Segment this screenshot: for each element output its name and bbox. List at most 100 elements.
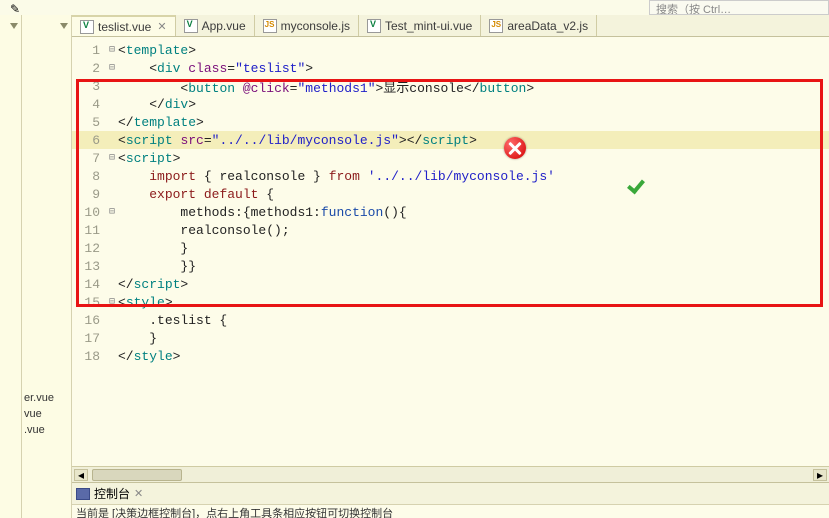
close-icon[interactable]: ✕: [157, 20, 166, 33]
js-file-icon: [489, 19, 503, 33]
scroll-left-button[interactable]: ◂: [74, 469, 88, 481]
explorer-item[interactable]: .vue: [24, 422, 54, 438]
code-text[interactable]: </script>: [118, 277, 819, 292]
code-line[interactable]: 5 </template>: [72, 113, 829, 131]
code-text[interactable]: }: [118, 331, 819, 346]
tab-areadata-v2-js[interactable]: areaData_v2.js: [481, 15, 597, 36]
search-placeholder: 搜索（按 Ctrl…: [656, 4, 731, 15]
editor-column: teslist.vue ✕ App.vue myconsole.js Test_mint…: [72, 15, 829, 518]
vue-file-icon: [367, 19, 381, 33]
tab-myconsole-js[interactable]: myconsole.js: [255, 15, 359, 36]
line-number: 17: [72, 331, 106, 346]
code-text[interactable]: <template>: [118, 43, 819, 58]
editor-body[interactable]: 1⊟<template>2⊟ <div class="teslist">3 <b…: [72, 37, 829, 482]
code-line[interactable]: 4 </div>: [72, 95, 829, 113]
line-number: 11: [72, 223, 106, 238]
code-area[interactable]: 1⊟<template>2⊟ <div class="teslist">3 <b…: [72, 41, 829, 365]
line-number: 2: [72, 61, 106, 76]
tab-teslist-vue[interactable]: teslist.vue ✕: [72, 15, 176, 36]
annotation-x-icon: [504, 137, 526, 159]
search-input[interactable]: 搜索（按 Ctrl…: [649, 0, 829, 15]
line-number: 7: [72, 151, 106, 166]
code-line[interactable]: 12 }: [72, 239, 829, 257]
annotation-check-icon: [627, 175, 651, 193]
code-line[interactable]: 9 export default {: [72, 185, 829, 203]
code-line[interactable]: 13 }}: [72, 257, 829, 275]
main-area: er.vuevue.vue teslist.vue ✕ App.vue myconso…: [0, 15, 829, 518]
line-number: 9: [72, 187, 106, 202]
code-line[interactable]: 16 .teslist {: [72, 311, 829, 329]
code-text[interactable]: </div>: [118, 97, 819, 112]
code-text[interactable]: </template>: [118, 115, 819, 130]
line-number: 18: [72, 349, 106, 364]
code-text[interactable]: </style>: [118, 349, 819, 364]
console-message: 当前是 [决策边框控制台]，点右上角工具条相应按钮可切换控制台: [76, 508, 393, 518]
line-number: 10: [72, 205, 106, 220]
scroll-right-button[interactable]: ▸: [813, 469, 827, 481]
code-text[interactable]: import { realconsole } from '../../lib/m…: [118, 169, 819, 184]
tab-bar: teslist.vue ✕ App.vue myconsole.js Test_mint…: [72, 15, 829, 37]
tab-test-mint-ui-vue[interactable]: Test_mint-ui.vue: [359, 15, 481, 36]
explorer-item[interactable]: er.vue: [24, 390, 54, 406]
line-number: 3: [72, 79, 106, 94]
code-line[interactable]: 11 realconsole();: [72, 221, 829, 239]
left-gutter: [0, 15, 22, 518]
explorer-panel: er.vuevue.vue: [22, 15, 72, 518]
line-number: 5: [72, 115, 106, 130]
code-line[interactable]: 18 </style>: [72, 347, 829, 365]
line-number: 6: [72, 133, 106, 148]
line-number: 8: [72, 169, 106, 184]
code-text[interactable]: realconsole();: [118, 223, 819, 238]
code-line[interactable]: 1⊟<template>: [72, 41, 829, 59]
fold-toggle-icon[interactable]: ⊟: [106, 152, 118, 164]
fold-toggle-icon[interactable]: ⊟: [106, 206, 118, 218]
fold-toggle-icon[interactable]: ⊟: [106, 44, 118, 56]
code-line[interactable]: 10⊟ methods:{methods1:function(){: [72, 203, 829, 221]
line-number: 16: [72, 313, 106, 328]
js-file-icon: [263, 19, 277, 33]
tab-label: Test_mint-ui.vue: [385, 19, 472, 33]
code-text[interactable]: }}: [118, 259, 819, 274]
line-number: 12: [72, 241, 106, 256]
code-line[interactable]: 6 <script src="../../lib/myconsole.js"></…: [72, 131, 829, 149]
code-line[interactable]: 2⊟ <div class="teslist">: [72, 59, 829, 77]
scrollbar-thumb[interactable]: [92, 469, 182, 481]
tab-label: App.vue: [202, 19, 246, 33]
console-icon: [76, 488, 90, 500]
collapse-caret-icon[interactable]: [10, 23, 18, 29]
code-text[interactable]: .teslist {: [118, 313, 819, 328]
vue-file-icon: [184, 19, 198, 33]
tab-label: teslist.vue: [98, 20, 151, 34]
code-line[interactable]: 14</script>: [72, 275, 829, 293]
line-number: 13: [72, 259, 106, 274]
collapse-caret-icon[interactable]: [60, 23, 68, 29]
horizontal-scrollbar[interactable]: ◂ ▸: [72, 466, 829, 482]
toolbar-icon[interactable]: ✎: [10, 2, 24, 14]
code-line[interactable]: 3 <button @click="methods1">显示console</b…: [72, 77, 829, 95]
console-tab[interactable]: 控制台 ✕: [72, 482, 829, 504]
code-text[interactable]: export default {: [118, 187, 819, 202]
code-text[interactable]: <script src="../../lib/myconsole.js"></s…: [118, 133, 819, 148]
code-text[interactable]: <div class="teslist">: [118, 61, 819, 76]
vue-file-icon: [80, 20, 94, 34]
explorer-item[interactable]: vue: [24, 406, 54, 422]
code-text[interactable]: <button @click="methods1">显示console</but…: [118, 77, 819, 96]
console-body: 当前是 [决策边框控制台]，点右上角工具条相应按钮可切换控制台: [72, 504, 829, 518]
code-line[interactable]: 17 }: [72, 329, 829, 347]
code-text[interactable]: }: [118, 241, 819, 256]
fold-toggle-icon[interactable]: ⊟: [106, 62, 118, 74]
close-icon[interactable]: ✕: [134, 487, 143, 500]
tab-app-vue[interactable]: App.vue: [176, 15, 255, 36]
code-line[interactable]: 8 import { realconsole } from '../../lib…: [72, 167, 829, 185]
code-line[interactable]: 7⊟<script>: [72, 149, 829, 167]
code-text[interactable]: methods:{methods1:function(){: [118, 205, 819, 220]
tab-label: myconsole.js: [281, 19, 350, 33]
code-line[interactable]: 15⊟<style>: [72, 293, 829, 311]
console-tab-label: 控制台: [94, 485, 130, 502]
tab-label: areaData_v2.js: [507, 19, 588, 33]
line-number: 4: [72, 97, 106, 112]
line-number: 1: [72, 43, 106, 58]
fold-toggle-icon[interactable]: ⊟: [106, 296, 118, 308]
code-text[interactable]: <script>: [118, 151, 819, 166]
code-text[interactable]: <style>: [118, 295, 819, 310]
